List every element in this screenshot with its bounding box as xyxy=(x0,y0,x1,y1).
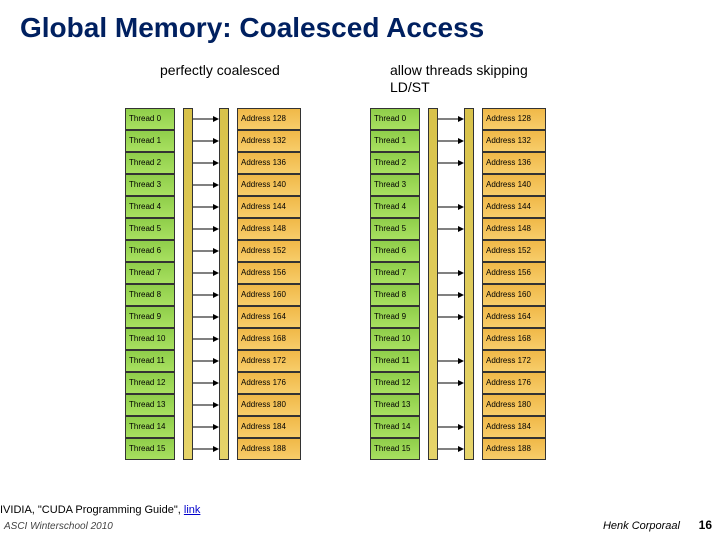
thread-cell: Thread 15 xyxy=(370,438,420,460)
address-cell: Address 148 xyxy=(237,218,301,240)
address-cell: Address 132 xyxy=(237,130,301,152)
thread-cell: Thread 9 xyxy=(370,306,420,328)
thread-cell: Thread 7 xyxy=(125,262,175,284)
author-label: Henk Corporaal xyxy=(603,520,680,532)
address-cell: Address 132 xyxy=(482,130,546,152)
thread-cell: Thread 12 xyxy=(125,372,175,394)
address-cell: Address 184 xyxy=(482,416,546,438)
address-cell: Address 184 xyxy=(237,416,301,438)
thread-cell: Thread 13 xyxy=(370,394,420,416)
address-cell: Address 164 xyxy=(237,306,301,328)
page-number: 16 xyxy=(699,518,712,532)
source-text: IVIDIA, "CUDA Programming Guide", xyxy=(0,504,184,516)
page-title: Global Memory: Coalesced Access xyxy=(20,12,484,44)
thread-cell: Thread 1 xyxy=(370,130,420,152)
address-bus-bar xyxy=(464,108,474,460)
diagram-coalesced: Thread 0Thread 1Thread 2Thread 3Thread 4… xyxy=(125,108,301,460)
thread-cell: Thread 15 xyxy=(125,438,175,460)
threads-column: Thread 0Thread 1Thread 2Thread 3Thread 4… xyxy=(125,108,175,460)
source-citation: IVIDIA, "CUDA Programming Guide", link xyxy=(0,504,200,516)
thread-cell: Thread 8 xyxy=(370,284,420,306)
address-cell: Address 140 xyxy=(482,174,546,196)
thread-cell: Thread 14 xyxy=(125,416,175,438)
thread-cell: Thread 14 xyxy=(370,416,420,438)
thread-cell: Thread 5 xyxy=(370,218,420,240)
thread-cell: Thread 3 xyxy=(125,174,175,196)
diagram-skipping: Thread 0Thread 1Thread 2Thread 3Thread 4… xyxy=(370,108,546,460)
address-cell: Address 168 xyxy=(482,328,546,350)
thread-cell: Thread 0 xyxy=(125,108,175,130)
event-label: ASCI Winterschool 2010 xyxy=(4,521,113,532)
address-cell: Address 160 xyxy=(237,284,301,306)
thread-bus-bar xyxy=(183,108,193,460)
address-bus-bar xyxy=(219,108,229,460)
thread-cell: Thread 11 xyxy=(370,350,420,372)
thread-cell: Thread 7 xyxy=(370,262,420,284)
address-cell: Address 152 xyxy=(482,240,546,262)
address-cell: Address 128 xyxy=(482,108,546,130)
address-cell: Address 172 xyxy=(482,350,546,372)
thread-cell: Thread 4 xyxy=(125,196,175,218)
address-column: Address 128Address 132Address 136Address… xyxy=(482,108,546,460)
thread-cell: Thread 2 xyxy=(125,152,175,174)
thread-cell: Thread 0 xyxy=(370,108,420,130)
address-cell: Address 164 xyxy=(482,306,546,328)
thread-cell: Thread 6 xyxy=(370,240,420,262)
caption-right: allow threads skipping LD/ST xyxy=(390,62,530,96)
address-cell: Address 140 xyxy=(237,174,301,196)
address-cell: Address 188 xyxy=(482,438,546,460)
address-column: Address 128Address 132Address 136Address… xyxy=(237,108,301,460)
address-cell: Address 180 xyxy=(237,394,301,416)
address-cell: Address 128 xyxy=(237,108,301,130)
thread-cell: Thread 4 xyxy=(370,196,420,218)
thread-cell: Thread 2 xyxy=(370,152,420,174)
thread-cell: Thread 6 xyxy=(125,240,175,262)
address-cell: Address 156 xyxy=(237,262,301,284)
thread-cell: Thread 3 xyxy=(370,174,420,196)
thread-cell: Thread 8 xyxy=(125,284,175,306)
address-cell: Address 176 xyxy=(482,372,546,394)
arrow-column xyxy=(438,108,464,460)
address-cell: Address 156 xyxy=(482,262,546,284)
thread-cell: Thread 9 xyxy=(125,306,175,328)
address-cell: Address 136 xyxy=(482,152,546,174)
address-cell: Address 172 xyxy=(237,350,301,372)
address-cell: Address 144 xyxy=(237,196,301,218)
address-cell: Address 188 xyxy=(237,438,301,460)
thread-cell: Thread 11 xyxy=(125,350,175,372)
address-cell: Address 136 xyxy=(237,152,301,174)
arrow-column xyxy=(193,108,219,460)
address-cell: Address 180 xyxy=(482,394,546,416)
thread-cell: Thread 10 xyxy=(370,328,420,350)
caption-left: perfectly coalesced xyxy=(160,62,280,78)
thread-bus-bar xyxy=(428,108,438,460)
address-cell: Address 152 xyxy=(237,240,301,262)
address-cell: Address 160 xyxy=(482,284,546,306)
address-cell: Address 176 xyxy=(237,372,301,394)
thread-cell: Thread 12 xyxy=(370,372,420,394)
threads-column: Thread 0Thread 1Thread 2Thread 3Thread 4… xyxy=(370,108,420,460)
address-cell: Address 148 xyxy=(482,218,546,240)
thread-cell: Thread 1 xyxy=(125,130,175,152)
address-cell: Address 144 xyxy=(482,196,546,218)
address-cell: Address 168 xyxy=(237,328,301,350)
thread-cell: Thread 10 xyxy=(125,328,175,350)
thread-cell: Thread 13 xyxy=(125,394,175,416)
thread-cell: Thread 5 xyxy=(125,218,175,240)
source-link[interactable]: link xyxy=(184,504,201,516)
